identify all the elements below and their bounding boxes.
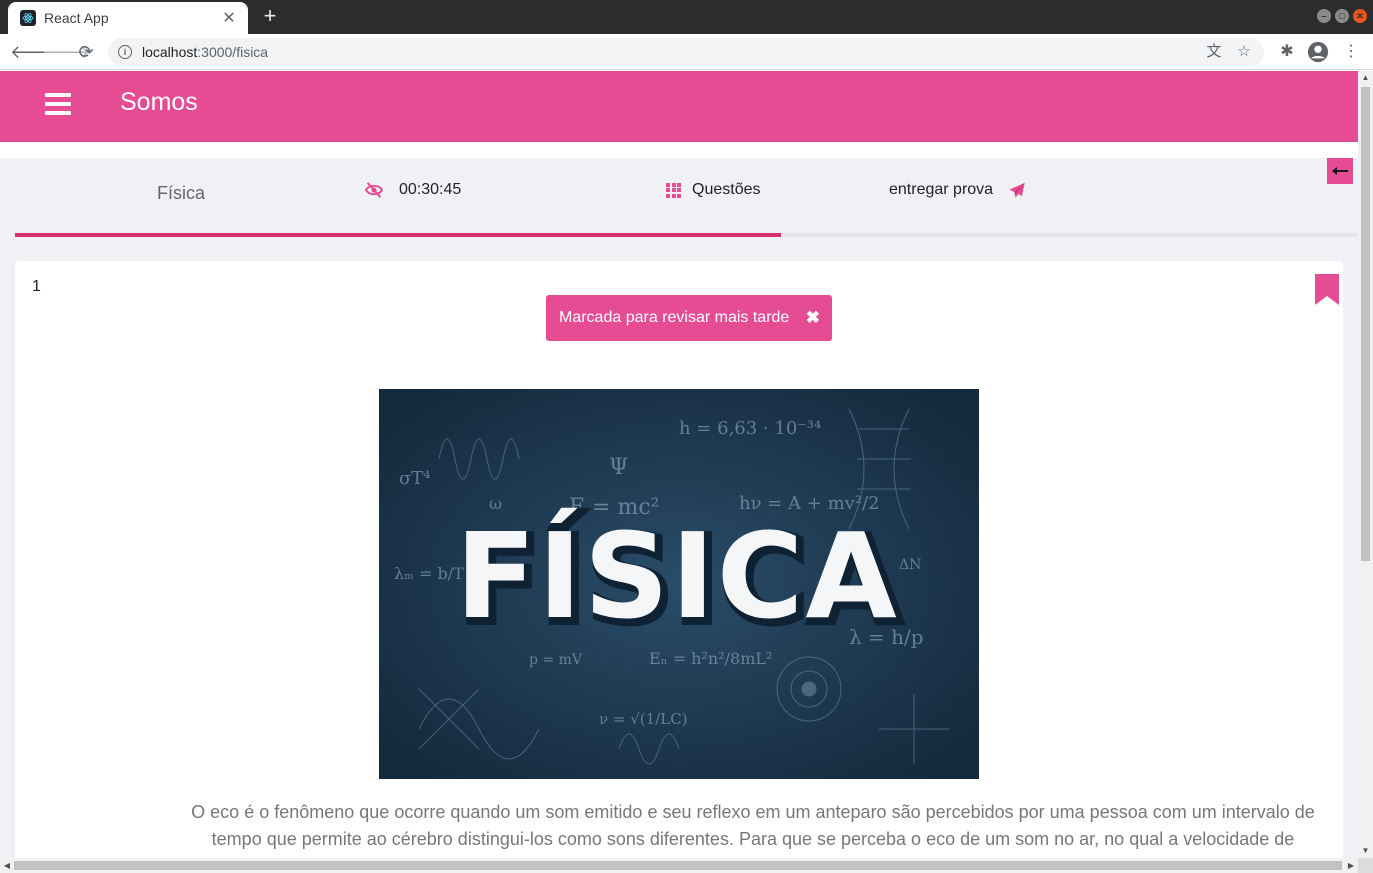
svg-text:p = mV: p = mV (529, 652, 583, 668)
page-viewport: Somos Física 00:30:45 Questões entregar … (0, 71, 1358, 858)
scroll-down-icon[interactable]: ▼ (1358, 844, 1373, 858)
question-text: O eco é o fenômeno que ocorre quando um … (191, 802, 1315, 849)
questions-button[interactable]: Questões (666, 181, 760, 199)
window-controls: – □ ✕ (1317, 9, 1367, 23)
exam-header: Física 00:30:45 Questões entregar prova (0, 158, 1358, 238)
tab-title: React App (44, 10, 109, 26)
questions-label: Questões (692, 181, 761, 198)
site-info-icon[interactable]: i (118, 45, 132, 59)
scroll-right-icon[interactable]: ▶ (1344, 858, 1358, 873)
exam-progress-bar (15, 233, 1358, 237)
translate-icon[interactable]: 文 (1204, 42, 1224, 62)
paper-plane-icon (1009, 182, 1025, 198)
timer-value: 00:30:45 (399, 181, 462, 198)
new-tab-icon[interactable]: + (259, 5, 281, 27)
address-bar[interactable]: i localhost:3000/fisica 文 ☆ (108, 38, 1264, 66)
minimize-icon[interactable]: – (1317, 9, 1331, 23)
vertical-scroll-thumb[interactable] (1361, 87, 1370, 561)
horizontal-scroll-thumb[interactable] (14, 861, 1342, 870)
react-favicon-icon (20, 10, 36, 26)
scrollbar-corner (1358, 858, 1373, 873)
collapse-arrow-button[interactable] (1327, 158, 1353, 184)
scroll-left-icon[interactable]: ◀ (0, 858, 14, 873)
review-toast: Marcada para revisar mais tarde ✖ (546, 295, 832, 341)
reload-icon[interactable]: ⟳ (75, 41, 97, 63)
eye-slash-icon[interactable] (364, 182, 384, 198)
horizontal-scrollbar[interactable]: ◀ ▶ (0, 858, 1358, 873)
question-number: 1 (32, 278, 41, 295)
grid-icon (666, 182, 681, 198)
app-title: Somos (120, 88, 198, 116)
browser-tabstrip: React App ✕ + – □ ✕ (0, 0, 1373, 34)
extensions-icon[interactable]: ✱ (1276, 41, 1298, 63)
svg-text:ν = √(1/LC): ν = √(1/LC) (599, 710, 688, 728)
svg-text:FÍSICA: FÍSICA (455, 507, 898, 645)
browser-toolbar: 🡐 🡒 ⟳ i localhost:3000/fisica 文 ☆ ✱ ⋮ (0, 34, 1373, 70)
bookmark-star-icon[interactable]: ☆ (1234, 42, 1254, 62)
app-bar: Somos (0, 71, 1358, 142)
svg-text:Ψ: Ψ (609, 455, 628, 480)
browser-menu-icon[interactable]: ⋮ (1340, 41, 1362, 63)
svg-text:σT⁴: σT⁴ (399, 468, 431, 489)
url-text: localhost:3000/fisica (142, 44, 269, 60)
toast-message: Marcada para revisar mais tarde (559, 309, 790, 326)
menu-icon[interactable] (45, 93, 71, 115)
svg-text:λₘ = b/T: λₘ = b/T (394, 564, 464, 583)
question-card: 1 Marcada para revisar mais tarde ✖ E = … (15, 261, 1343, 858)
maximize-icon[interactable]: □ (1335, 9, 1349, 23)
back-icon[interactable]: 🡐 (10, 41, 58, 63)
exam-progress-fill (15, 233, 781, 237)
close-window-icon[interactable]: ✕ (1353, 9, 1367, 23)
bookmark-icon[interactable] (1315, 274, 1339, 305)
submit-exam-button[interactable]: entregar prova (889, 181, 1026, 199)
svg-text:Eₙ = h²n²/8mL²: Eₙ = h²n²/8mL² (649, 649, 772, 668)
question-image: E = mc² h = 6,63 · 10⁻³⁴ λ = h/p hν = A … (379, 389, 979, 779)
tab-close-icon[interactable]: ✕ (220, 8, 238, 28)
browser-tab[interactable]: React App ✕ (8, 2, 248, 34)
timer: 00:30:45 (364, 181, 461, 199)
svg-text:h = 6,63 · 10⁻³⁴: h = 6,63 · 10⁻³⁴ (679, 418, 821, 439)
vertical-scrollbar[interactable]: ▲ ▼ (1358, 71, 1373, 858)
arrow-left-icon (1332, 167, 1348, 175)
scroll-up-icon[interactable]: ▲ (1358, 71, 1373, 85)
toast-close-icon[interactable]: ✖ (806, 308, 820, 328)
profile-icon[interactable] (1307, 41, 1329, 63)
submit-label: entregar prova (889, 181, 994, 198)
divider (0, 142, 1358, 158)
forward-icon[interactable]: 🡒 (42, 41, 90, 63)
exam-subject: Física (157, 183, 206, 203)
